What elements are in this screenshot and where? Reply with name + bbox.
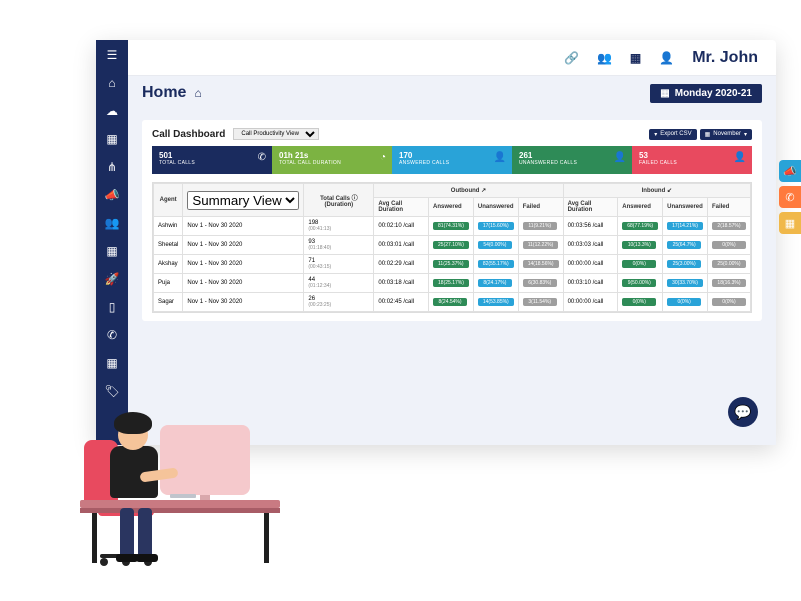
phone-icon: ✆ (258, 152, 266, 163)
link-icon[interactable]: 🔗 (564, 51, 579, 65)
table-row: AkshayNov 1 - Nov 30 202071(00:43:15) 00… (154, 255, 751, 274)
megaphone-icon[interactable]: 📣 (105, 188, 119, 202)
home-icon[interactable]: ⌂ (105, 76, 119, 90)
col-outbound-group: Outbound ↗ (374, 184, 563, 198)
page-title: Home ⌂ (142, 84, 202, 102)
user-icon[interactable]: 👤 (659, 51, 674, 65)
side-action-tabs: 📣 ✆ ▦ (779, 160, 801, 234)
sidebar: ☰ ⌂ ☁ ▦ ⋔ 📣 👥 ▦ 🚀 ▯ ✆ ▦ 🏷 (96, 40, 128, 445)
user-icon: 👤 (734, 152, 746, 163)
stats-row: 501TOTAL CALLS✆ 01h 21sTOTAL CALL DURATI… (152, 146, 752, 174)
clock-icon: ◔ (380, 152, 386, 163)
stat-total-calls: 501TOTAL CALLS✆ (152, 146, 272, 174)
stat-failed: 53FAILED CALLS👤 (632, 146, 752, 174)
mobile-icon[interactable]: ▯ (105, 300, 119, 314)
date-selector[interactable]: ▦ Monday 2020-21 (650, 84, 762, 103)
chat-fab[interactable]: 💬 (728, 397, 758, 427)
export-csv-button[interactable]: ▾ Export CSV (649, 129, 696, 140)
app-window: ☰ ⌂ ☁ ▦ ⋔ 📣 👥 ▦ 🚀 ▯ ✆ ▦ 🏷 🔗 👥 ▦ 👤 Mr. Jo… (96, 40, 776, 445)
col-view: Summary View (183, 184, 304, 217)
calendar-icon[interactable]: ▦ (105, 132, 119, 146)
phone-icon[interactable]: ✆ (105, 328, 119, 342)
users-icon[interactable]: 👥 (105, 216, 119, 230)
group-icon[interactable]: 👥 (597, 51, 612, 65)
page-header: Home ⌂ ▦ Monday 2020-21 (128, 76, 776, 110)
rocket-icon[interactable]: 🚀 (105, 272, 119, 286)
topbar: 🔗 👥 ▦ 👤 Mr. John (128, 40, 776, 76)
card-title: Call Dashboard (152, 129, 225, 140)
stat-unanswered: 261UNANSWERED CALLS👤 (512, 146, 632, 174)
dial-tab[interactable]: ▦ (779, 212, 801, 234)
dashboard-card: Call Dashboard Call Productivity View ▾ … (142, 120, 762, 321)
table-row: AshwinNov 1 - Nov 30 2020198(00:41:13) 0… (154, 217, 751, 236)
user-name[interactable]: Mr. John (692, 49, 758, 67)
col-agent: Agent (154, 184, 183, 217)
view-mode-select[interactable]: Summary View (187, 191, 299, 210)
table-row: PujaNov 1 - Nov 30 202044(01:12:34) 00:0… (154, 274, 751, 293)
data-table: Agent Summary View Total Calls ⓘ (Durati… (152, 182, 752, 313)
cloud-icon[interactable]: ☁ (105, 104, 119, 118)
grid-top-icon[interactable]: ▦ (630, 51, 641, 65)
hierarchy-icon[interactable]: ⋔ (105, 160, 119, 174)
view-select[interactable]: Call Productivity View (233, 128, 319, 140)
announce-tab[interactable]: 📣 (779, 160, 801, 182)
apps-icon[interactable]: ▦ (105, 356, 119, 370)
table-row: SheetalNov 1 - Nov 30 202093(01:18:40) 0… (154, 236, 751, 255)
grid-icon[interactable]: ▦ (105, 244, 119, 258)
period-button[interactable]: ▦ November ▾ (700, 129, 752, 140)
call-tab[interactable]: ✆ (779, 186, 801, 208)
user-icon: 👤 (494, 152, 506, 163)
stat-total-duration: 01h 21sTOTAL CALL DURATION◔ (272, 146, 392, 174)
menu-icon[interactable]: ☰ (105, 48, 119, 62)
card-header: Call Dashboard Call Productivity View ▾ … (152, 128, 752, 140)
col-inbound-group: Inbound ↙ (563, 184, 750, 198)
stat-answered: 170ANSWERED CALLS👤 (392, 146, 512, 174)
table-row: SagarNov 1 - Nov 30 202026(00:23:25) 00:… (154, 293, 751, 312)
illustration (80, 390, 300, 600)
user-icon: 👤 (614, 152, 626, 163)
col-total: Total Calls ⓘ (Duration) (304, 184, 374, 217)
